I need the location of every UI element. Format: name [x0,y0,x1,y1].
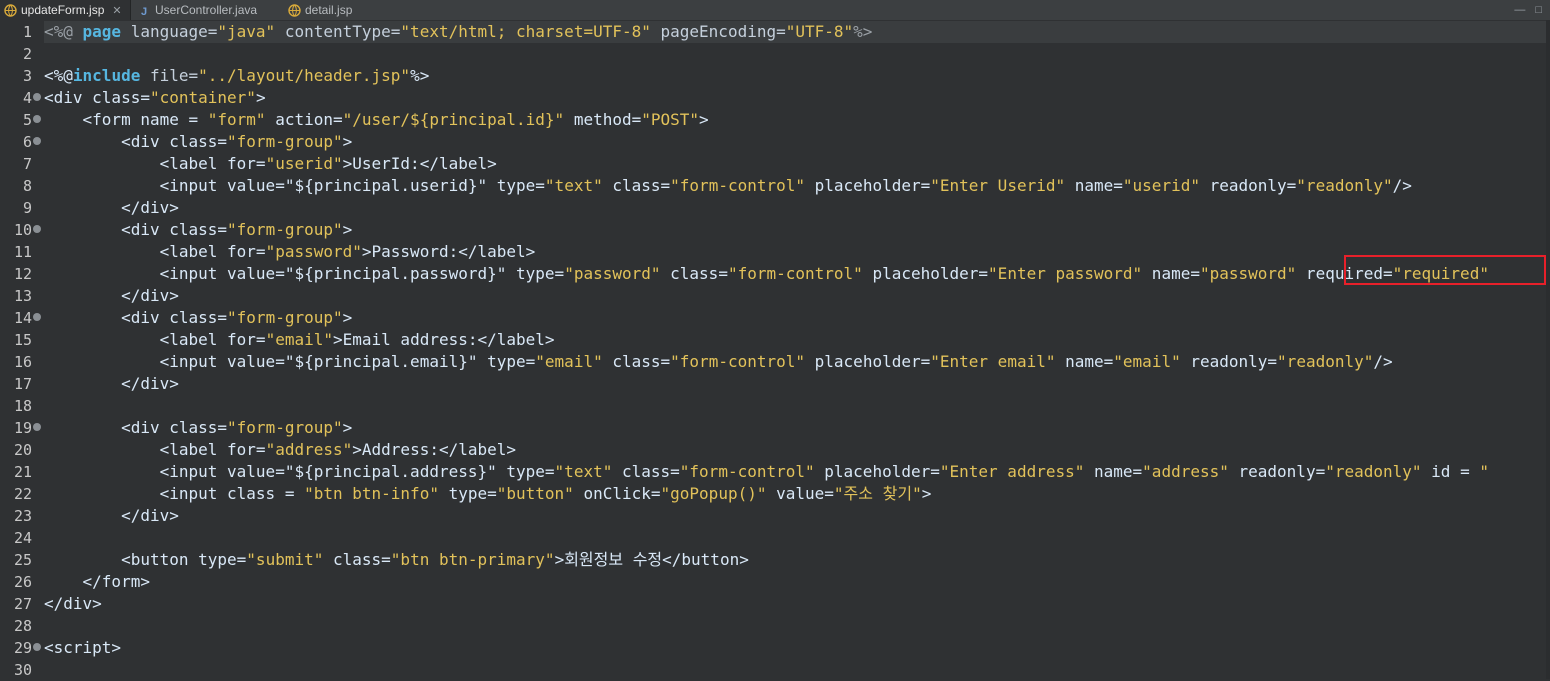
line-number: 8 [22,177,32,195]
fold-toggle-icon[interactable] [33,137,41,145]
code-line: <script> [44,638,122,657]
line-number: 20 [13,441,32,459]
svg-text:J: J [141,6,147,17]
line-number: 29 [13,639,32,657]
code-line: <%@ page language="java" contentType="te… [44,22,873,41]
line-number: 27 [13,595,32,613]
fold-toggle-icon[interactable] [33,93,41,101]
line-number: 21 [13,463,32,481]
fold-toggle-icon[interactable] [33,225,41,233]
line-number: 13 [13,287,32,305]
tab-usercontroller-java[interactable]: J UserController.java [134,0,282,20]
code-line: <div class="form-group"> [44,308,353,327]
line-number: 18 [13,397,32,415]
fold-toggle-icon[interactable] [33,313,41,321]
code-line: <div class="form-group"> [44,418,353,437]
line-number: 28 [13,617,32,635]
code-line: <form name = "form" action="/user/${prin… [44,110,709,129]
tab-updateform-jsp[interactable]: updateForm.jsp ✕ [0,0,131,20]
code-line: <div class="form-group"> [44,220,353,239]
line-number: 24 [13,529,32,547]
tab-label: UserController.java [155,3,258,17]
code-line: <input value="${principal.userid}" type=… [44,176,1412,195]
line-number: 7 [22,155,32,173]
line-number: 23 [13,507,32,525]
line-number: 2 [22,45,32,63]
fold-toggle-icon[interactable] [33,643,41,651]
java-file-icon: J [138,4,151,18]
code-editor[interactable]: 1 2 3 4 5 6 7 8 9 10 11 12 13 14 15 16 1… [0,20,1550,679]
line-number: 5 [22,111,32,129]
tab-detail-jsp[interactable]: detail.jsp [284,0,364,20]
code-line: <input value="${principal.address}" type… [44,462,1489,481]
code-line: </div> [44,506,179,525]
line-number: 16 [13,353,32,371]
jsp-file-icon [4,3,17,17]
code-line: <label for="userid">UserId:</label> [44,154,497,173]
maximize-icon[interactable]: □ [1535,4,1542,16]
fold-toggle-icon[interactable] [33,423,41,431]
line-number: 11 [13,243,32,261]
code-line: </div> [44,286,179,305]
line-number: 17 [13,375,32,393]
line-number: 3 [22,67,32,85]
fold-toggle-icon[interactable] [33,115,41,123]
line-number: 6 [22,133,32,151]
code-line: <div class="container"> [44,88,266,107]
code-line: <button type="submit" class="btn btn-pri… [44,550,749,569]
window-controls: — □ [1514,0,1542,20]
jsp-file-icon [288,3,301,17]
line-number: 14 [13,309,32,327]
code-line: <div class="form-group"> [44,132,353,151]
line-number: 4 [22,89,32,107]
code-line: <input class = "btn btn-info" type="butt… [44,484,932,503]
editor-tab-bar: updateForm.jsp ✕ J UserController.java d… [0,0,1550,21]
line-number: 22 [13,485,32,503]
tab-label: detail.jsp [305,3,353,17]
code-line: </form> [44,572,150,591]
line-number: 12 [13,265,32,283]
code-line: </div> [44,594,102,613]
code-line: <label for="password">Password:</label> [44,242,536,261]
code-line: <input value="${principal.password}" typ… [44,264,1489,283]
code-line: <label for="address">Address:</label> [44,440,517,459]
line-number: 25 [13,551,32,569]
required-attribute-highlight [1344,255,1546,285]
minimize-icon[interactable]: — [1514,4,1525,16]
code-line: <%@include file="../layout/header.jsp"%> [44,66,430,85]
line-number: 26 [13,573,32,591]
code-line: <label for="email">Email address:</label… [44,330,555,349]
code-line: <input value="${principal.email}" type="… [44,352,1393,371]
close-tab-icon[interactable]: ✕ [112,4,121,17]
line-number: 10 [13,221,32,239]
code-line: </div> [44,374,179,393]
line-number: 9 [22,199,32,217]
vertical-scrollbar[interactable] [1546,20,1550,679]
line-number: 30 [13,661,32,679]
code-line: </div> [44,198,179,217]
line-number: 1 [22,23,32,41]
line-number: 15 [13,331,32,349]
line-number: 19 [13,419,32,437]
tab-label: updateForm.jsp [21,3,105,17]
line-number-gutter: 1 2 3 4 5 6 7 8 9 10 11 12 13 14 15 16 1… [0,20,44,679]
